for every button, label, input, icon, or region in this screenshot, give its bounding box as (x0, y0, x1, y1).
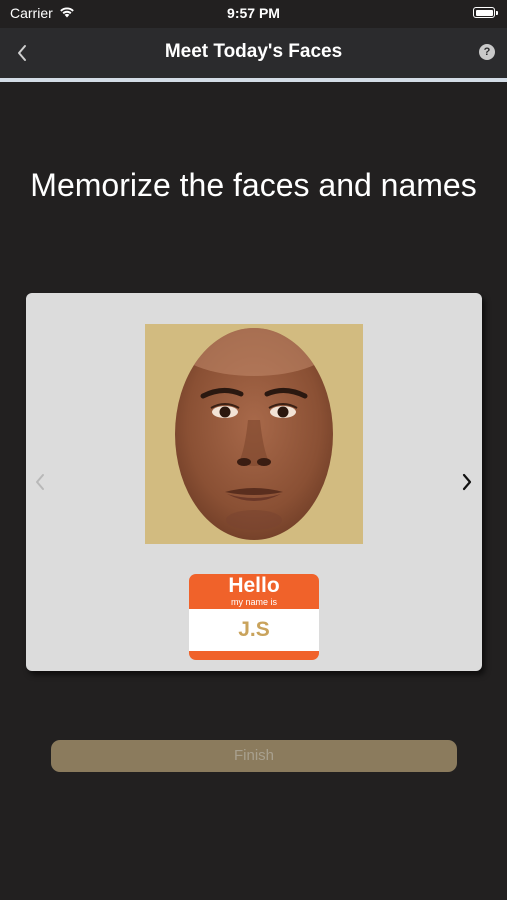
instruction-heading: Memorize the faces and names (30, 167, 477, 203)
nav-divider (0, 78, 507, 82)
status-time: 9:57 PM (227, 5, 280, 21)
question-circle-icon: ? (483, 46, 491, 58)
previous-face-button[interactable] (31, 471, 49, 493)
next-face-button[interactable] (458, 471, 476, 493)
chevron-right-icon (462, 473, 472, 491)
name-tag-subtitle: my name is (230, 597, 277, 607)
battery-icon (473, 7, 498, 18)
chevron-left-icon (36, 474, 44, 490)
page-title: Meet Today's Faces (164, 41, 343, 62)
face-illustration (175, 328, 333, 540)
help-button[interactable]: ? (479, 44, 495, 60)
navigation-bar: Meet Today's Faces ? (0, 28, 507, 78)
name-tag-hello: Hello (228, 574, 280, 597)
chevron-left-icon (18, 45, 26, 61)
status-bar: Carrier 9:57 PM (0, 0, 507, 28)
face-photo (145, 324, 363, 544)
finish-button[interactable]: Finish (51, 740, 457, 772)
name-tag: Hello my name is J.S (189, 574, 319, 660)
face-card: Hello my name is J.S (26, 293, 482, 671)
name-tag-name: J.S (189, 609, 319, 651)
battery-level-fill (475, 9, 493, 16)
back-button[interactable] (10, 40, 34, 66)
